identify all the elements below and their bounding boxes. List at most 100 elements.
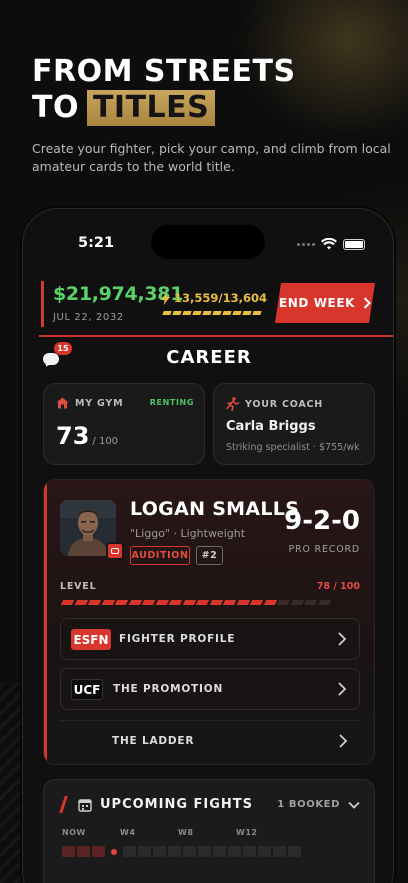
level-progress-bar [60,600,331,605]
level-segment [114,600,128,605]
ucf-logo: UCF [71,679,103,700]
gym-status: RENTING [149,398,194,407]
week-cell [183,846,196,857]
esfn-logo: ESFN [71,629,111,650]
level-label: LEVEL [60,581,97,592]
wifi-icon [321,238,337,250]
week-cell [153,846,166,857]
chevron-down-icon[interactable] [348,801,360,809]
fighter-profile-label: FIGHTER PROFILE [119,633,236,645]
promotion-label: THE PROMOTION [113,683,224,695]
week-label-w12: W12 [236,828,258,837]
gym-card[interactable]: MY GYM RENTING 73/ 100 [43,383,205,465]
end-week-button[interactable]: END WEEK [275,283,375,323]
level-segment [60,600,74,605]
level-segment [222,600,236,605]
fighter-card: LOGAN SMALLS "Liggo" · Lightweight AUDIT… [43,479,375,765]
hero-title-prefix: TO [32,90,79,125]
week-label-w4: W4 [120,828,136,837]
upcoming-title: UPCOMING FIGHTS [100,797,254,812]
lightning-icon [161,291,170,305]
audition-badge: AUDITION [130,546,190,565]
status-time: 5:21 [78,235,115,251]
level-segment [168,600,182,605]
end-week-label: END WEEK [278,296,356,310]
promotion-link[interactable]: UCF THE PROMOTION [60,668,360,710]
energy-segment [232,311,242,315]
status-bar: 5:21 [23,209,393,279]
week-cell [288,846,301,857]
fighter-profile-link[interactable]: ESFN FIGHTER PROFILE [60,618,360,660]
gym-header: MY GYM [56,397,123,409]
chevron-right-icon [363,297,371,309]
level-segment [74,600,88,605]
energy-segment [252,311,262,315]
week-cell [62,846,75,857]
energy-readout: 13,559/13,604 [161,291,267,305]
level-segment [249,600,263,605]
coach-description: Striking specialist · $755/wk [226,442,360,453]
battery-icon [343,238,365,250]
hero-title-highlight: TITLES [86,90,216,126]
fighter-name: LOGAN SMALLS [130,498,300,520]
level-segment [263,600,277,605]
current-week-marker [111,848,117,855]
ladder-link[interactable]: THE LADDER [60,720,360,762]
energy-segment [182,311,192,315]
upcoming-fights-card[interactable]: UPCOMING FIGHTS 1 BOOKED NOW W4 W8 W12 [43,779,375,883]
level-segment [101,600,115,605]
level-segment [155,600,169,605]
week-label-w8: W8 [178,828,194,837]
dynamic-island [151,225,265,259]
energy-segment [172,311,182,315]
week-label-now: NOW [62,828,86,837]
energy-segment [212,311,222,315]
week-timeline [62,846,301,857]
week-cell [77,846,90,857]
fighter-accent [44,480,47,764]
camera-icon[interactable] [106,542,124,560]
hero-title-line1: FROM STREETS [32,54,296,89]
week-cell [228,846,241,857]
pro-record-label: PRO RECORD [288,544,360,555]
energy-bar [162,311,262,315]
gym-value: 73 [56,422,90,450]
hero: FROM STREETS TO TITLES Create your fight… [32,54,392,176]
level-segment [303,600,317,605]
week-cell [198,846,211,857]
week-cell [168,846,181,857]
level-segment [317,600,331,605]
money-accent [41,281,44,327]
chevron-right-icon [338,632,347,646]
level-segment [128,600,142,605]
level-segment [209,600,223,605]
chevron-right-icon [338,682,347,696]
level-segment [182,600,196,605]
signal-icon [297,242,315,246]
gym-label: MY GYM [75,397,124,409]
week-cell [258,846,271,857]
week-cell [92,846,105,857]
week-cell [138,846,151,857]
energy-segment [192,311,202,315]
gym-rating: 73/ 100 [56,422,118,450]
energy-segment [242,311,252,315]
level-segment [87,600,101,605]
coach-card[interactable]: YOUR COACH Carla Briggs Striking special… [213,383,375,465]
level-segment [276,600,290,605]
week-cell [213,846,226,857]
coach-name: Carla Briggs [226,419,316,434]
fighter-nickname: "Liggo" · Lightweight [130,527,246,540]
top-bar: $21,974,381 JUL 22, 2032 13,559/13,604 E… [39,281,393,337]
level-segment [290,600,304,605]
booked-count: 1 BOOKED [277,799,340,810]
week-cell [273,846,286,857]
week-cell [243,846,256,857]
week-cell [123,846,136,857]
level-segment [195,600,209,605]
hero-subtitle: Create your fighter, pick your camp, and… [32,141,391,174]
hero-title-line2: TO TITLES [32,90,392,126]
level-value: 78 / 100 [316,581,360,592]
page-title: CAREER [166,347,252,368]
status-icons [297,238,365,250]
